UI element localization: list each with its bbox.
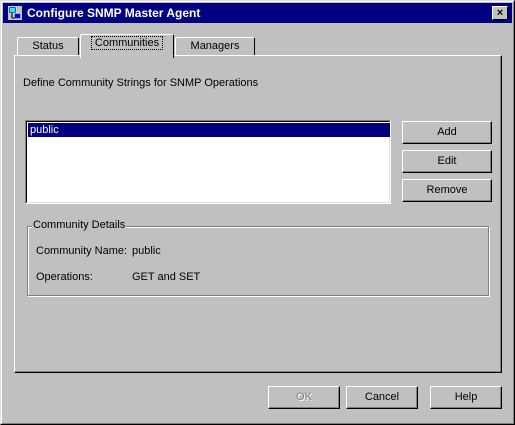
tab-communities[interactable]: Communities	[80, 34, 174, 58]
tab-communities-label: Communities	[90, 36, 164, 50]
community-name-label: Community Name:	[36, 245, 128, 257]
window-title: Configure SNMP Master Agent	[27, 6, 201, 20]
title-bar[interactable]: Configure SNMP Master Agent ×	[3, 3, 512, 23]
edit-button[interactable]: Edit	[402, 150, 492, 173]
community-details-label: Community Details	[32, 219, 127, 231]
tab-status[interactable]: Status	[17, 37, 79, 56]
community-details-group: Community Details Community Name: public…	[27, 219, 489, 296]
ok-button[interactable]: OK	[268, 386, 340, 409]
add-button[interactable]: Add	[402, 121, 492, 144]
operations-label: Operations:	[36, 271, 93, 283]
network-computer-icon	[8, 6, 22, 20]
dialog-window: Configure SNMP Master Agent × Status Com…	[0, 0, 515, 425]
communities-panel: Define Community Strings for SNMP Operat…	[14, 55, 502, 373]
help-button[interactable]: Help	[430, 386, 502, 409]
operations-value: GET and SET	[132, 271, 201, 283]
close-button[interactable]: ×	[492, 6, 508, 20]
tab-status-label: Status	[32, 40, 64, 52]
tab-managers[interactable]: Managers	[175, 37, 255, 56]
community-name-value: public	[132, 245, 161, 257]
community-listbox[interactable]: public	[25, 120, 391, 204]
panel-description: Define Community Strings for SNMP Operat…	[23, 77, 259, 89]
tab-managers-label: Managers	[190, 40, 240, 52]
list-item-public[interactable]: public	[28, 123, 390, 137]
close-icon: ×	[496, 7, 504, 19]
cancel-button[interactable]: Cancel	[346, 386, 418, 409]
remove-button[interactable]: Remove	[402, 179, 492, 202]
